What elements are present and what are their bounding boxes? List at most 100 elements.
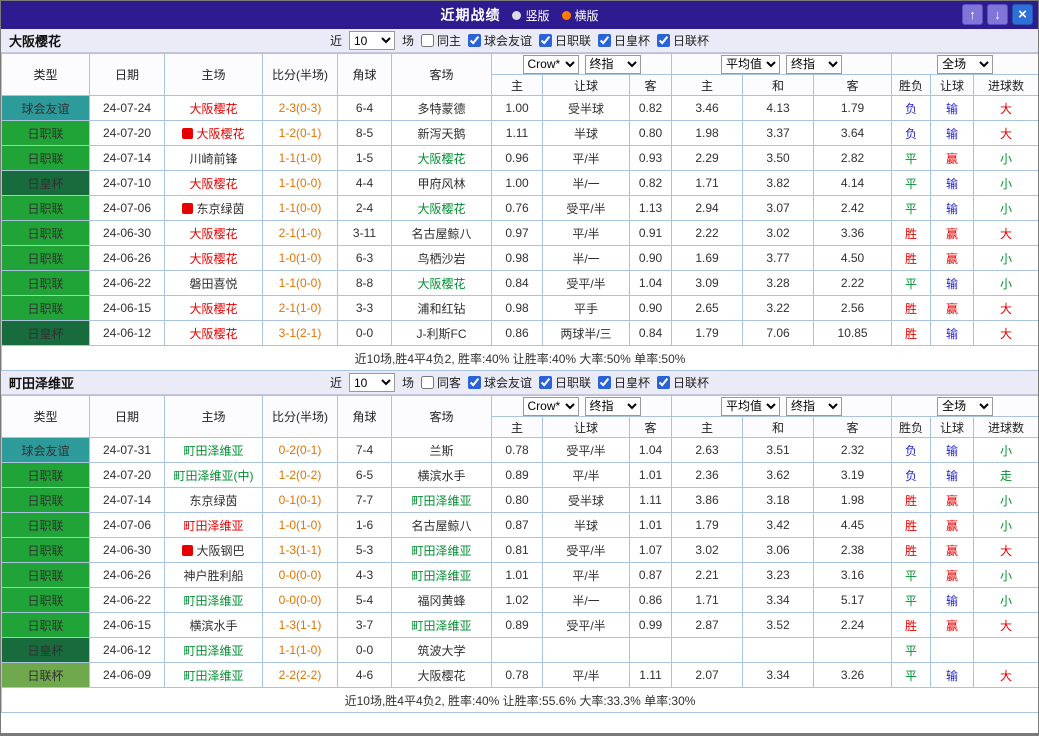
euro-home-odds: 2.65 xyxy=(671,295,744,321)
column-header: 角球 xyxy=(337,395,392,438)
filter-league-0-checkbox[interactable] xyxy=(467,376,481,389)
goals-over-under-result: 大 xyxy=(973,612,1038,638)
goals-over-under-result: 大 xyxy=(973,220,1038,246)
league-type: 日职联 xyxy=(1,120,90,146)
red-badge-icon xyxy=(182,127,194,139)
corner-score: 5-4 xyxy=(337,587,392,613)
results-table: 类型 日期 主场 比分(半场) 角球 客场 Crow* 终指 平均值 终指 全场主让球客主和客胜负让… xyxy=(1,395,1038,713)
handicap-odds-source-select-0[interactable]: Crow* xyxy=(522,54,579,74)
handicap-line: 受平/半 xyxy=(542,270,630,296)
europe-odds-source-select-0[interactable]: 平均值 xyxy=(721,54,781,74)
league-type: 日职联 xyxy=(1,612,90,638)
handicap-home-odds: 0.97 xyxy=(491,220,543,246)
euro-away-odds: 4.45 xyxy=(813,512,893,538)
euro-home-odds: 1.71 xyxy=(671,587,744,613)
handicap-home-odds: 0.78 xyxy=(491,662,543,688)
handicap-odds-source-group: Crow* 终指 xyxy=(490,395,673,417)
team-section: 町田泽维亚近 10 场同客 球会友谊 日职联 日皇杯 日联杯 类型 日期 主场 比分(半场) 角球 客场… xyxy=(1,371,1038,713)
match-count-select[interactable]: 10 xyxy=(348,373,395,392)
home-team-name: 磐田喜悦 xyxy=(189,276,238,291)
handicap-odds-source-select-1[interactable]: 终指 xyxy=(584,396,641,416)
goals-over-under-result: 走 xyxy=(973,462,1038,488)
win-draw-loss-result: 胜 xyxy=(891,295,932,321)
away-team: 鸟栖沙岩 xyxy=(391,245,492,271)
euro-home-odds: 3.86 xyxy=(671,487,744,513)
league-type: 日职联 xyxy=(1,562,90,588)
win-draw-loss-result: 负 xyxy=(891,95,932,121)
filter-league-1-checkbox[interactable] xyxy=(539,34,552,47)
handicap-home-odds: 1.00 xyxy=(491,95,543,121)
filter-league-3[interactable]: 日联杯 xyxy=(657,374,709,391)
column-header: 日期 xyxy=(89,395,165,438)
move-up-button[interactable]: ↑ xyxy=(962,4,983,25)
match-score: 1-1(1-0) xyxy=(262,145,338,171)
handicap-odds-source-select-0[interactable]: Crow* xyxy=(522,396,579,416)
filter-same[interactable]: 同主 xyxy=(420,32,461,49)
column-header: 主 xyxy=(671,416,744,438)
handicap-odds-source-select-1[interactable]: 终指 xyxy=(584,54,641,74)
games-label: 场 xyxy=(401,34,414,48)
red-badge-icon xyxy=(182,544,194,556)
handicap-line: 平/半 xyxy=(542,145,630,171)
filter-league-2[interactable]: 日皇杯 xyxy=(598,32,650,49)
filter-league-1[interactable]: 日职联 xyxy=(539,32,591,49)
close-button[interactable]: × xyxy=(1012,4,1033,25)
filter-league-2-checkbox[interactable] xyxy=(598,34,612,47)
away-team: J-利斯FC xyxy=(391,320,492,346)
handicap-away-odds: 1.07 xyxy=(628,537,673,563)
layout-radio-horizontal[interactable]: 横版 xyxy=(561,7,599,24)
corner-score: 3-7 xyxy=(337,612,392,638)
euro-draw-odds: 3.34 xyxy=(742,587,815,613)
scope-group: 全场 xyxy=(891,53,1038,75)
corner-score: 7-4 xyxy=(337,437,392,463)
match-row: 球会友谊 24-07-31 町田泽维亚 0-2(0-1) 7-4 兰斯 0.78 受平/半 1.… xyxy=(1,437,1038,463)
filter-league-1[interactable]: 日职联 xyxy=(539,374,591,391)
results-table: 类型 日期 主场 比分(半场) 角球 客场 Crow* 终指 平均值 终指 全场主让球客主和客胜负让… xyxy=(1,53,1038,371)
scope-select-0[interactable]: 全场 xyxy=(937,396,994,416)
euro-draw-odds: 3.50 xyxy=(742,145,815,171)
match-date: 24-07-06 xyxy=(89,195,165,221)
move-down-button[interactable]: ↓ xyxy=(987,4,1008,25)
europe-odds-source-select-1[interactable]: 终指 xyxy=(786,54,843,74)
filter-same[interactable]: 同客 xyxy=(420,374,461,391)
filter-same-checkbox[interactable] xyxy=(420,376,434,389)
summary-text: 近10场,胜4平4负2, 胜率:40% 让胜率:55.6% 大率:33.3% 单… xyxy=(1,687,1038,713)
handicap-away-odds: 1.13 xyxy=(628,195,673,221)
filter-league-3[interactable]: 日联杯 xyxy=(657,32,709,49)
filter-league-2-checkbox[interactable] xyxy=(598,376,612,389)
filter-league-1-checkbox[interactable] xyxy=(539,376,552,389)
home-team-name: 大阪樱花 xyxy=(189,101,238,116)
scope-select-0[interactable]: 全场 xyxy=(937,54,994,74)
goals-over-under-result: 大 xyxy=(973,120,1038,146)
euro-home-odds: 2.36 xyxy=(671,462,744,488)
match-row: 日职联 24-06-22 町田泽维亚 0-0(0-0) 5-4 福冈黄蜂 1.02 半/一 0.… xyxy=(1,587,1038,613)
euro-away-odds: 1.98 xyxy=(813,487,893,513)
euro-away-odds: 3.19 xyxy=(813,462,893,488)
corner-score: 3-11 xyxy=(337,220,392,246)
filter-league-2[interactable]: 日皇杯 xyxy=(598,374,650,391)
filter-league-3-checkbox[interactable] xyxy=(657,376,671,389)
handicap-away-odds: 0.90 xyxy=(628,245,673,271)
handicap-home-odds: 0.81 xyxy=(491,537,543,563)
away-team: 横滨水手 xyxy=(391,462,492,488)
home-team: 大阪樱花 xyxy=(164,95,263,121)
filter-league-0[interactable]: 球会友谊 xyxy=(467,374,532,391)
filter-league-0[interactable]: 球会友谊 xyxy=(467,32,532,49)
europe-odds-source-select-1[interactable]: 终指 xyxy=(786,396,843,416)
column-header: 主 xyxy=(671,74,744,96)
goals-over-under-result: 小 xyxy=(973,245,1038,271)
filter-same-checkbox[interactable] xyxy=(420,34,434,47)
euro-draw-odds: 3.02 xyxy=(742,220,815,246)
match-row: 日皇杯 24-07-10 大阪樱花 1-1(0-0) 4-4 甲府风林 1.00 半/一 0.8… xyxy=(1,170,1038,196)
filter-league-3-checkbox[interactable] xyxy=(657,34,671,47)
match-count-select[interactable]: 10 xyxy=(348,31,395,50)
filter-league-0-checkbox[interactable] xyxy=(467,34,481,47)
away-team: 町田泽维亚 xyxy=(391,612,492,638)
layout-radio-vertical[interactable]: 竖版 xyxy=(512,7,550,24)
away-team: 大阪樱花 xyxy=(391,195,492,221)
europe-odds-source-select-0[interactable]: 平均值 xyxy=(721,396,781,416)
near-label: 近 xyxy=(329,376,342,390)
euro-away-odds xyxy=(813,637,893,663)
euro-draw-odds: 3.52 xyxy=(742,612,815,638)
euro-draw-odds: 3.42 xyxy=(742,512,815,538)
